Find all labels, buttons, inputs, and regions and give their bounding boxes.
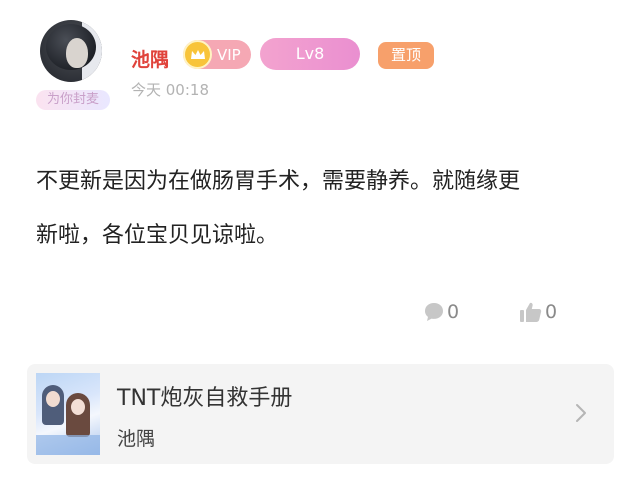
post-content-line: 不更新是因为在做肠胃手术，需要静养。就随缘更: [36, 169, 521, 194]
book-title: TNT炮灰自救手册: [117, 386, 293, 411]
like-count: 0: [545, 301, 558, 323]
vip-badge[interactable]: VIP: [183, 40, 251, 69]
comment-count: 0: [447, 301, 460, 323]
comment-button[interactable]: 0: [423, 298, 459, 326]
thumbs-up-icon: [520, 302, 542, 322]
author-name[interactable]: 池隅: [131, 45, 169, 72]
post-page: 为你封麦 池隅 VIP Lv8 置顶 今天 00:18 不更新是因为在做肠胃手术…: [0, 0, 640, 479]
post-timestamp: 今天 00:18: [131, 81, 209, 99]
crown-icon: [183, 40, 212, 69]
cover-face: [46, 391, 60, 407]
like-button[interactable]: 0: [519, 298, 557, 326]
pinned-badge: 置顶: [378, 42, 434, 69]
cover-face: [71, 399, 85, 415]
chevron-right-icon: [576, 404, 586, 422]
avatar-face: [66, 38, 88, 68]
post-content: 不更新是因为在做肠胃手术，需要静养。就随缘更 新啦，各位宝贝见谅啦。: [36, 155, 596, 263]
vip-label: VIP: [217, 45, 241, 64]
avatar-with-frame[interactable]: 为你封麦: [36, 16, 110, 116]
avatar[interactable]: [40, 20, 102, 82]
level-badge[interactable]: Lv8: [260, 38, 360, 70]
book-author: 池隅: [117, 428, 156, 450]
avatar-frame-tag: 为你封麦: [36, 90, 110, 110]
book-cover-image: [36, 373, 100, 455]
book-card[interactable]: TNT炮灰自救手册 池隅: [27, 364, 614, 464]
post-content-line: 新啦，各位宝贝见谅啦。: [36, 223, 279, 248]
cover-stripe: [36, 435, 100, 455]
comment-bubble-icon: [425, 303, 443, 321]
